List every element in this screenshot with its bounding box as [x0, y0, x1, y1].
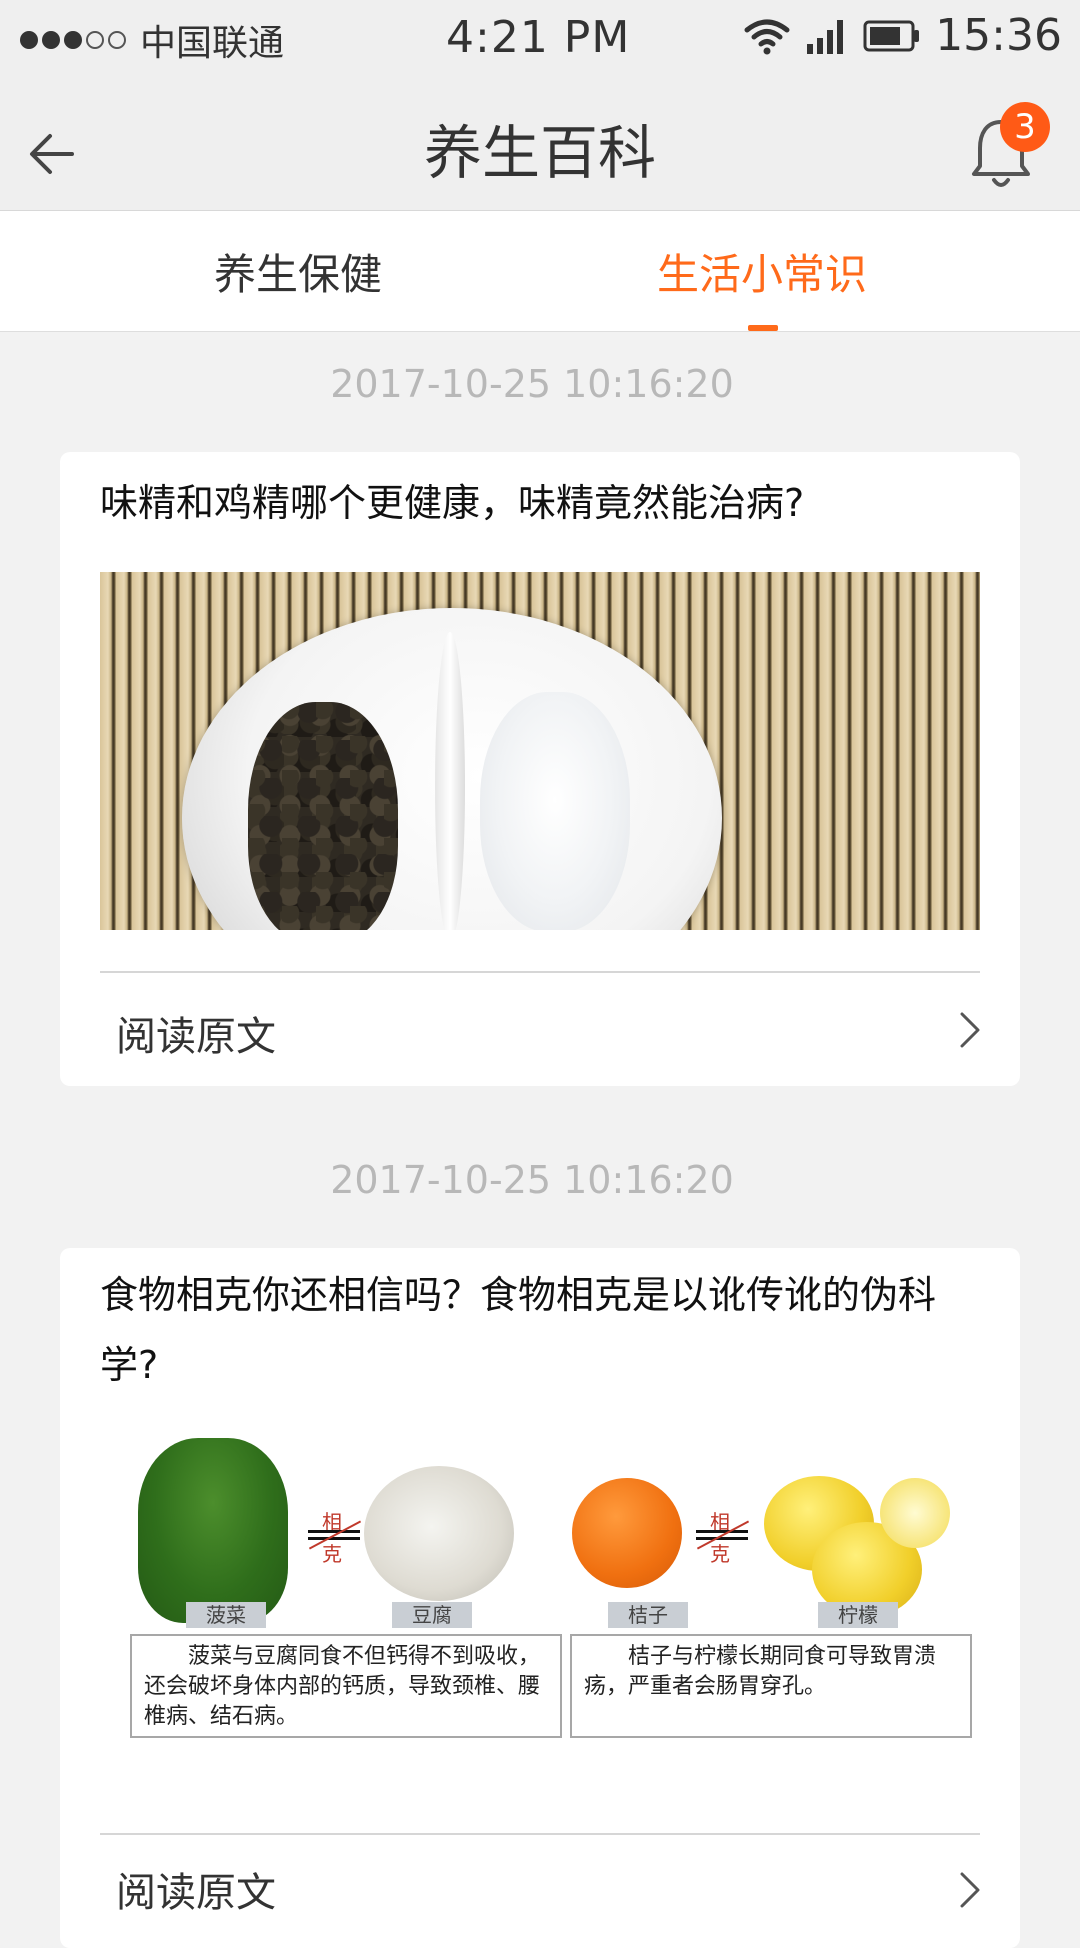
peppercorns	[248, 702, 398, 930]
feed-date: 2017-10-25 10:16:20	[330, 362, 734, 406]
food-note: 菠菜与豆腐同食不但钙得不到吸收，还会破坏身体内部的钙质，导致颈椎、腰椎病、结石病…	[130, 1634, 562, 1738]
carrier-name: 中国联通	[140, 23, 285, 64]
article-image[interactable]	[100, 572, 980, 930]
incompatible-mark: 相 克	[308, 1506, 362, 1566]
chevron-right-icon[interactable]	[954, 1870, 984, 1910]
battery-icon	[863, 20, 920, 51]
mark-bottom-char: 克	[322, 1542, 342, 1566]
tab-health-care[interactable]: 养生保健	[148, 241, 448, 302]
food-label: 菠菜	[186, 1602, 266, 1628]
article-title[interactable]: 味精和鸡精哪个更健康，味精竟然能治病?	[100, 468, 980, 538]
carrier-area: 中国联通	[20, 14, 284, 66]
read-more-link[interactable]: 阅读原文	[116, 1004, 276, 1062]
spinach-image	[138, 1438, 288, 1623]
salt	[480, 692, 630, 930]
status-bar: 中国联通 4:21 PM 15:36	[0, 0, 1080, 78]
status-time: 15:36	[935, 10, 1062, 61]
food-label: 柠檬	[818, 1602, 898, 1628]
food-label: 豆腐	[392, 1602, 472, 1628]
food-label: 桔子	[608, 1602, 688, 1628]
card-divider	[100, 1833, 980, 1835]
app-header: 养生百科 3	[0, 78, 1080, 211]
wifi-icon	[744, 19, 790, 54]
tab-bar: 养生保健 生活小常识	[0, 211, 1080, 332]
orange-image	[572, 1478, 682, 1588]
article-image[interactable]: 相 克 相 克 菠菜 豆腐 桔子 柠檬 菠菜与豆腐同食不但钙得不到吸收，还会破坏…	[100, 1432, 980, 1774]
status-center-time: 4:21 PM	[446, 12, 631, 63]
mark-bottom-char: 克	[710, 1542, 730, 1566]
tofu-image	[364, 1466, 514, 1601]
card-divider	[100, 971, 980, 973]
article-title[interactable]: 食物相克你还相信吗？食物相克是以讹传讹的伪科学?	[100, 1260, 980, 1400]
tab-life-tips[interactable]: 生活小常识	[612, 241, 912, 302]
page-title: 养生百科	[423, 119, 656, 187]
notification-badge: 3	[1000, 102, 1050, 152]
read-more-link[interactable]: 阅读原文	[116, 1860, 276, 1918]
food-note: 桔子与柠檬长期同食可导致胃溃疡，严重者会肠胃穿孔。	[570, 1634, 972, 1738]
signal-icon	[807, 19, 844, 54]
plate-divider	[435, 632, 465, 930]
chevron-right-icon[interactable]	[954, 1010, 984, 1050]
article-card[interactable]: 食物相克你还相信吗？食物相克是以讹传讹的伪科学? 相 克 相 克 菠菜 豆腐 桔…	[60, 1248, 1020, 1948]
incompatible-mark: 相 克	[696, 1506, 750, 1566]
status-right: 15:36	[743, 10, 1062, 61]
article-card[interactable]: 味精和鸡精哪个更健康，味精竟然能治病? 阅读原文	[60, 452, 1020, 1086]
active-tab-indicator	[748, 325, 778, 331]
lemon-slice-image	[880, 1478, 950, 1548]
signal-dots-icon	[20, 31, 126, 49]
feed-date: 2017-10-25 10:16:20	[330, 1158, 734, 1202]
